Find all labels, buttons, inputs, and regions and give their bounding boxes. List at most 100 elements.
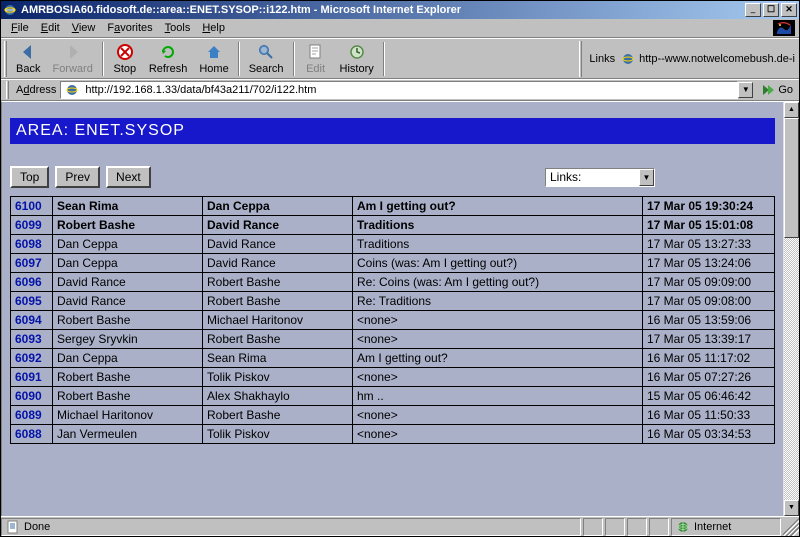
table-row[interactable]: 6094Robert BasheMichael Haritonov<none>1… [11,311,775,330]
refresh-button[interactable]: Refresh [143,40,194,78]
area-title: AREA: ENET.SYSOP [10,118,775,144]
menu-tools[interactable]: Tools [159,20,197,36]
msg-subject: Traditions [353,216,643,235]
msg-num[interactable]: 6100 [11,197,53,216]
toolbar-link-1[interactable]: http--www.notwelcomebush.de-i [639,53,795,65]
msg-to: Alex Shakhaylo [203,387,353,406]
vertical-scrollbar[interactable]: ▲ ▼ [783,102,799,516]
history-icon [347,42,367,62]
msg-date: 16 Mar 05 11:50:33 [643,406,775,425]
msg-num[interactable]: 6091 [11,368,53,387]
ie-throbber-icon [773,20,795,36]
msg-date: 17 Mar 05 09:09:00 [643,273,775,292]
table-row[interactable]: 6100Sean RimaDan CeppaAm I getting out?1… [11,197,775,216]
chevron-down-icon[interactable]: ▼ [639,169,654,186]
links-grip[interactable] [579,41,582,77]
msg-to: Robert Bashe [203,273,353,292]
status-pane-zone: Internet [671,518,781,536]
table-row[interactable]: 6090Robert BasheAlex Shakhaylohm ..15 Ma… [11,387,775,406]
msg-num[interactable]: 6097 [11,254,53,273]
prev-button[interactable]: Prev [55,166,100,188]
refresh-icon [158,42,178,62]
close-button[interactable]: ✕ [781,3,797,17]
msg-to: Robert Bashe [203,330,353,349]
msg-from: Dan Ceppa [53,349,203,368]
msg-subject: Coins (was: Am I getting out?) [353,254,643,273]
msg-subject: <none> [353,406,643,425]
msg-date: 17 Mar 05 13:39:17 [643,330,775,349]
links-bar: Links http--www.notwelcomebush.de-i [585,40,799,78]
msg-from: Robert Bashe [53,368,203,387]
msg-num[interactable]: 6090 [11,387,53,406]
msg-num[interactable]: 6098 [11,235,53,254]
back-button[interactable]: Back [10,40,46,78]
msg-num[interactable]: 6088 [11,425,53,444]
msg-to: Dan Ceppa [203,197,353,216]
table-row[interactable]: 6091Robert BasheTolik Piskov<none>16 Mar… [11,368,775,387]
resize-grip-icon[interactable] [783,518,799,536]
msg-subject: Am I getting out? [353,349,643,368]
table-row[interactable]: 6092Dan CeppaSean RimaAm I getting out?1… [11,349,775,368]
table-row[interactable]: 6089Michael HaritonovRobert Bashe<none>1… [11,406,775,425]
history-button[interactable]: History [334,40,380,78]
msg-date: 16 Mar 05 03:34:53 [643,425,775,444]
address-input-wrapper[interactable] [60,81,738,99]
scroll-thumb[interactable] [784,118,799,238]
home-button[interactable]: Home [193,40,234,78]
msg-num[interactable]: 6094 [11,311,53,330]
edit-button[interactable]: Edit [298,40,334,78]
minimize-button[interactable]: _ [745,3,761,17]
next-button[interactable]: Next [106,166,151,188]
search-button[interactable]: Search [243,40,290,78]
menu-view[interactable]: View [66,20,102,36]
back-arrow-icon [18,42,38,62]
table-row[interactable]: 6095David RanceRobert BasheRe: Tradition… [11,292,775,311]
msg-num[interactable]: 6092 [11,349,53,368]
address-input[interactable] [83,83,737,97]
search-label: Search [249,63,284,75]
msg-from: Sean Rima [53,197,203,216]
scroll-track[interactable] [784,118,799,500]
statusbar: Done Internet [1,516,799,536]
table-row[interactable]: 6093Sergey SryvkinRobert Bashe<none>17 M… [11,330,775,349]
msg-subject: Re: Traditions [353,292,643,311]
msg-to: Robert Bashe [203,292,353,311]
msg-subject: <none> [353,425,643,444]
scroll-up-icon[interactable]: ▲ [784,102,799,118]
table-row[interactable]: 6097Dan CeppaDavid RanceCoins (was: Am I… [11,254,775,273]
msg-num[interactable]: 6089 [11,406,53,425]
msg-num[interactable]: 6095 [11,292,53,311]
table-row[interactable]: 6096David RanceRobert BasheRe: Coins (wa… [11,273,775,292]
msg-date: 17 Mar 05 13:27:33 [643,235,775,254]
toolbar-grip[interactable] [4,41,7,77]
back-label: Back [16,63,40,75]
status-pane-main: Done [1,518,581,536]
document-icon [6,520,20,534]
menu-favorites[interactable]: Favorites [101,20,158,36]
stop-button[interactable]: Stop [107,40,143,78]
msg-date: 16 Mar 05 11:17:02 [643,349,775,368]
menu-edit[interactable]: Edit [35,20,66,36]
go-button[interactable]: Go [757,81,797,99]
address-dropdown-icon[interactable]: ▼ [738,82,753,98]
top-button[interactable]: Top [10,166,49,188]
message-table: 6100Sean RimaDan CeppaAm I getting out?1… [10,196,775,444]
addressbar-grip[interactable] [6,81,9,99]
links-select-value: Links: [546,170,639,184]
globe-icon [676,520,690,534]
status-pane-5 [649,518,669,536]
search-icon [256,42,276,62]
msg-num[interactable]: 6093 [11,330,53,349]
table-row[interactable]: 6088Jan VermeulenTolik Piskov<none>16 Ma… [11,425,775,444]
msg-num[interactable]: 6099 [11,216,53,235]
msg-from: David Rance [53,292,203,311]
go-icon [761,83,775,97]
msg-num[interactable]: 6096 [11,273,53,292]
menu-file[interactable]: FFileile [5,20,35,36]
menu-help[interactable]: Help [196,20,231,36]
links-select[interactable]: Links: ▼ [545,168,655,187]
scroll-down-icon[interactable]: ▼ [784,500,799,516]
maximize-button[interactable]: ☐ [763,3,779,17]
table-row[interactable]: 6099Robert BasheDavid RanceTraditions17 … [11,216,775,235]
table-row[interactable]: 6098Dan CeppaDavid RanceTraditions17 Mar… [11,235,775,254]
